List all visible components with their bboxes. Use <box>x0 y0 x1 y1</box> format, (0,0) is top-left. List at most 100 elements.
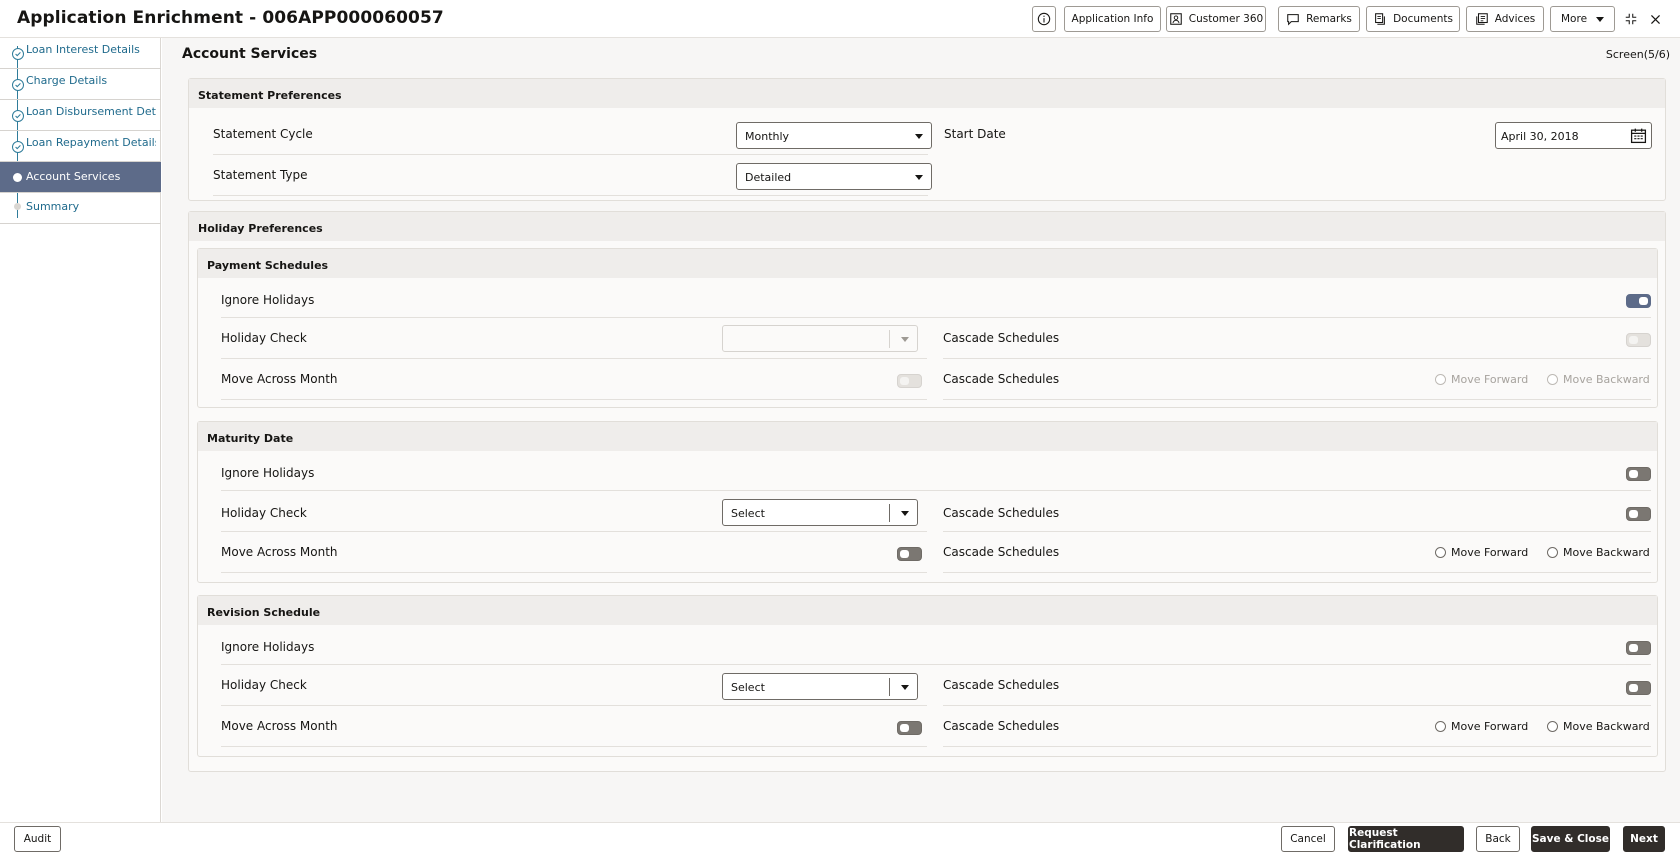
check-circle-icon <box>12 141 24 153</box>
sidebar-item-charge-details[interactable]: Charge Details <box>0 69 161 100</box>
advices-button[interactable]: Advices <box>1466 6 1544 32</box>
advices-label: Advices <box>1494 13 1536 25</box>
maturity-date-panel: Maturity Date Ignore Holidays Holiday Ch… <box>197 421 1658 583</box>
start-date-input[interactable]: April 30, 2018 <box>1495 122 1652 149</box>
customer-360-label: Customer 360 <box>1188 13 1264 25</box>
sidebar-item-label: Summary <box>26 200 80 213</box>
cascade-schedules-toggle[interactable] <box>1626 333 1651 347</box>
ignore-holidays-toggle[interactable] <box>1626 467 1651 481</box>
field-label: Cascade Schedules <box>943 372 1060 386</box>
caret-down-icon <box>915 175 923 180</box>
button-label: Cancel <box>1290 833 1326 845</box>
ignore-holidays-toggle[interactable] <box>1626 641 1651 655</box>
sidebar-item-loan-interest-details[interactable]: Loan Interest Details <box>0 38 161 69</box>
ignore-holidays-toggle[interactable] <box>1626 294 1651 308</box>
sidebar-item-account-services[interactable]: Account Services <box>0 162 161 193</box>
customer-360-button[interactable]: Customer 360 <box>1166 6 1266 32</box>
main-content: Account Services Screen(5/6) Statement P… <box>162 38 1680 822</box>
move-forward-radio[interactable]: Move Forward <box>1435 720 1528 733</box>
move-backward-radio[interactable]: Move Backward <box>1547 720 1650 733</box>
pending-step-icon <box>14 203 21 210</box>
field-label: Statement Cycle <box>213 127 313 141</box>
sidebar-item-summary[interactable]: Summary <box>0 193 161 224</box>
audit-button[interactable]: Audit <box>14 826 61 852</box>
radio-label: Move Forward <box>1451 373 1529 386</box>
documents-button[interactable]: Documents <box>1366 6 1460 32</box>
remarks-button[interactable]: Remarks <box>1278 6 1360 32</box>
field-label: Ignore Holidays <box>221 293 315 307</box>
date-value: April 30, 2018 <box>1501 130 1579 143</box>
radio-label: Move Backward <box>1563 720 1650 733</box>
sidebar-item-label: Account Services <box>26 170 121 183</box>
panel-heading: Maturity Date <box>198 422 1657 451</box>
caret-down-icon <box>901 511 909 516</box>
sidebar-item-label: Loan Disbursement Det... <box>26 105 156 118</box>
cascade-direction-row: Cascade Schedules Move Forward Move Back… <box>943 533 1651 573</box>
info-icon <box>1037 12 1051 26</box>
remarks-label: Remarks <box>1306 13 1352 25</box>
payment-schedules-panel: Payment Schedules Ignore Holidays Holida… <box>197 248 1658 408</box>
holiday-check-select[interactable] <box>722 325 918 352</box>
holiday-check-row: Holiday Check <box>221 319 927 359</box>
statement-cycle-row: Statement Cycle Monthly <box>213 115 932 155</box>
advices-icon <box>1475 13 1488 25</box>
section-title: Account Services <box>182 46 318 62</box>
field-label: Holiday Check <box>221 331 307 345</box>
field-label: Move Across Month <box>221 372 338 386</box>
holiday-check-row: Holiday Check Select <box>221 666 927 706</box>
cancel-button[interactable]: Cancel <box>1281 826 1335 852</box>
ignore-holidays-row: Ignore Holidays <box>221 625 1651 665</box>
sidebar-nav: Loan Interest Details Charge Details Loa… <box>0 38 161 822</box>
radio-label: Move Backward <box>1563 373 1650 386</box>
field-label: Holiday Check <box>221 678 307 692</box>
minimize-icon[interactable] <box>1621 9 1641 29</box>
cascade-schedules-toggle[interactable] <box>1626 681 1651 695</box>
save-close-button[interactable]: Save & Close <box>1531 826 1610 852</box>
page-title: Application Enrichment - 006APP000060057 <box>17 8 444 28</box>
field-label: Cascade Schedules <box>943 545 1060 559</box>
holiday-check-select[interactable]: Select <box>722 673 918 700</box>
move-backward-radio[interactable]: Move Backward <box>1547 546 1650 559</box>
statement-type-select[interactable]: Detailed <box>736 163 932 190</box>
back-button[interactable]: Back <box>1476 826 1520 852</box>
caret-down-icon <box>901 337 909 342</box>
request-clarification-button[interactable]: Request Clarification <box>1348 826 1464 852</box>
panel-heading: Payment Schedules <box>198 249 1657 278</box>
move-across-month-row: Move Across Month <box>221 360 927 400</box>
sidebar-item-label: Loan Repayment Details <box>26 136 156 149</box>
cascade-schedules-toggle[interactable] <box>1626 507 1651 521</box>
statement-cycle-select[interactable]: Monthly <box>736 122 932 149</box>
move-forward-radio[interactable]: Move Forward <box>1435 373 1528 386</box>
select-divider <box>889 330 890 348</box>
move-across-month-toggle[interactable] <box>897 374 922 388</box>
move-across-month-toggle[interactable] <box>897 547 922 561</box>
ignore-holidays-row: Ignore Holidays <box>221 451 1651 491</box>
caret-down-icon <box>901 685 909 690</box>
panel-heading: Revision Schedule <box>198 596 1657 625</box>
move-across-month-toggle[interactable] <box>897 721 922 735</box>
check-circle-icon <box>12 110 24 122</box>
close-icon[interactable] <box>1645 9 1665 29</box>
start-date-row: Start Date April 30, 2018 <box>944 115 1655 155</box>
cascade-direction-row: Cascade Schedules Move Forward Move Back… <box>943 360 1651 400</box>
next-button[interactable]: Next <box>1623 826 1665 852</box>
holiday-check-select[interactable]: Select <box>722 499 918 526</box>
select-value: Select <box>731 507 765 520</box>
button-label: Request Clarification <box>1349 827 1421 851</box>
sidebar-item-loan-repayment-details[interactable]: Loan Repayment Details <box>0 131 161 162</box>
more-dropdown[interactable]: More <box>1550 6 1615 32</box>
application-info-label: Application Info <box>1071 13 1154 25</box>
move-backward-radio[interactable]: Move Backward <box>1547 373 1650 386</box>
application-info-button[interactable]: Application Info <box>1064 6 1161 32</box>
radio-label: Move Forward <box>1451 720 1529 733</box>
ignore-holidays-row: Ignore Holidays <box>221 278 1651 318</box>
move-forward-radio[interactable]: Move Forward <box>1435 546 1528 559</box>
app-header: Application Enrichment - 006APP000060057… <box>0 0 1680 38</box>
field-label: Holiday Check <box>221 506 307 520</box>
calendar-icon[interactable] <box>1630 127 1647 144</box>
field-label: Cascade Schedules <box>943 506 1060 520</box>
info-button[interactable] <box>1032 6 1056 32</box>
button-label: Next <box>1630 833 1658 845</box>
sidebar-item-loan-disbursement-details[interactable]: Loan Disbursement Det... <box>0 100 161 131</box>
revision-schedule-panel: Revision Schedule Ignore Holidays Holida… <box>197 595 1658 757</box>
